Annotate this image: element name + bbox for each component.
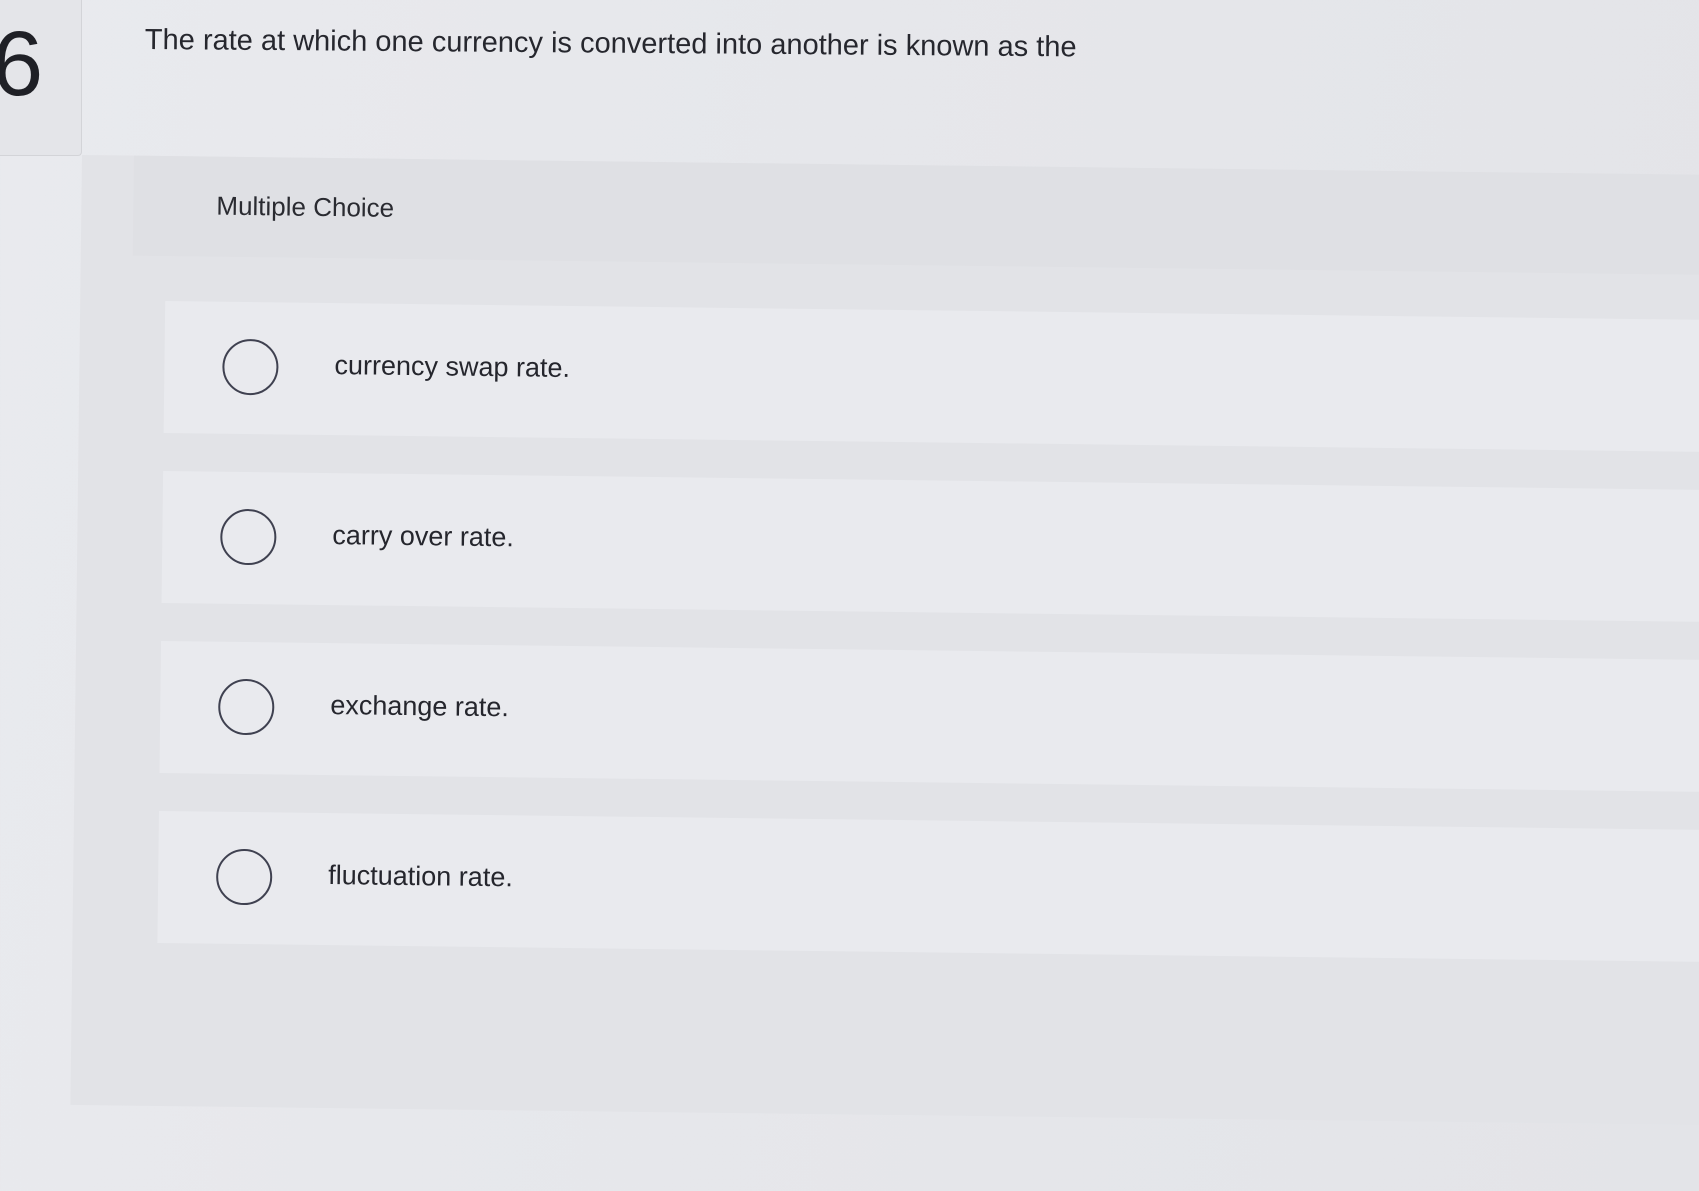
multiple-choice-label: Multiple Choice — [216, 190, 395, 223]
option-fluctuation-rate[interactable]: fluctuation rate. — [157, 810, 1699, 963]
radio-button-icon[interactable] — [217, 678, 275, 736]
option-label: fluctuation rate. — [328, 860, 514, 893]
radio-button-icon[interactable] — [222, 338, 279, 396]
radio-button-icon[interactable] — [215, 848, 273, 906]
question-number: 6 — [0, 13, 44, 115]
option-label: exchange rate. — [330, 690, 510, 723]
question-text: The rate at which one currency is conver… — [144, 23, 1077, 64]
option-exchange-rate[interactable]: exchange rate. — [159, 641, 1699, 793]
option-currency-swap-rate[interactable]: currency swap rate. — [163, 301, 1699, 453]
option-label: carry over rate. — [332, 520, 515, 553]
multiple-choice-panel: Multiple Choice currency swap rate. carr… — [70, 155, 1699, 1125]
question-number-box: 6 — [0, 0, 82, 156]
option-carry-over-rate[interactable]: carry over rate. — [161, 471, 1699, 623]
option-label: currency swap rate. — [334, 350, 571, 383]
radio-button-icon[interactable] — [220, 508, 277, 566]
